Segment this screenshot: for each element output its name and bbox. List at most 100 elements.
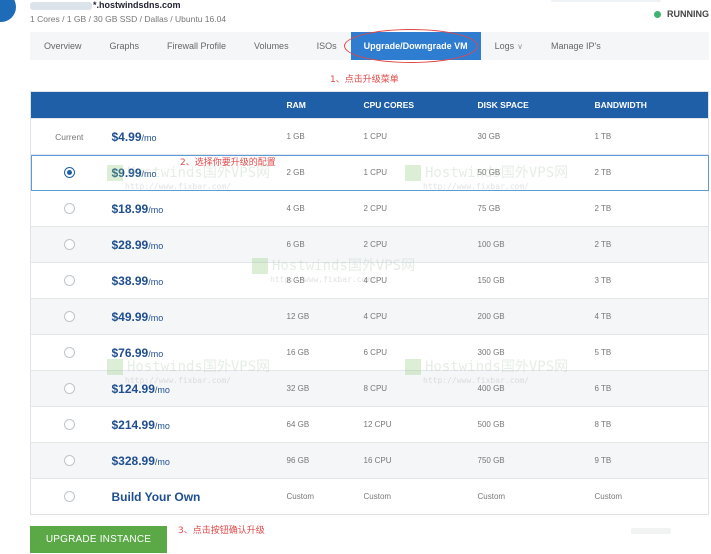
chevron-down-icon: ∨ <box>517 41 523 51</box>
plan-row[interactable]: $28.99/mo 6 GB 2 CPU 100 GB 2 TB <box>30 226 709 263</box>
build-your-own-label: Build Your Own <box>111 489 201 504</box>
ram-cell: 96 GB <box>286 456 310 465</box>
bandwidth-cell: 4 TB <box>594 312 612 321</box>
plan-radio[interactable] <box>63 239 75 250</box>
tab-label: ISOs <box>316 41 337 51</box>
plan-radio[interactable] <box>63 311 75 322</box>
disk-cell: 30 GB <box>477 132 501 141</box>
cpu-cell: 2 CPU <box>363 204 388 213</box>
tab-graphs[interactable]: Graphs <box>96 32 154 60</box>
select-cell <box>31 407 108 443</box>
tab-label: Manage IP's <box>551 41 601 51</box>
bandwidth-cell: 2 TB <box>594 240 612 249</box>
col-header-bandwidth: BANDWIDTH <box>594 100 647 110</box>
bandwidth-cell: Custom <box>594 492 623 501</box>
redacted-blur <box>551 0 661 2</box>
plan-radio[interactable] <box>63 419 75 430</box>
tab-volumes[interactable]: Volumes <box>240 32 303 60</box>
disk-cell: 200 GB <box>477 312 505 321</box>
price-amount: $38.99 <box>111 273 149 288</box>
plan-radio[interactable] <box>63 275 75 286</box>
plan-row[interactable]: $49.99/mo 12 GB 4 CPU 200 GB 4 TB <box>30 298 709 335</box>
select-cell <box>31 479 108 515</box>
plan-row[interactable]: $18.99/mo 4 GB 2 CPU 75 GB 2 TB <box>30 190 709 227</box>
tab-manage-ips[interactable]: Manage IP's <box>537 32 615 60</box>
price-cell: $328.99/mo <box>108 443 283 479</box>
plan-row[interactable]: Current $4.99/mo 1 GB 1 CPU 30 GB 1 TB <box>30 118 709 155</box>
plan-row-custom[interactable]: Build Your Own Custom Custom Custom Custom <box>30 478 709 515</box>
price-cell: $214.99/mo <box>108 407 283 443</box>
ram-cell: 4 GB <box>286 204 305 213</box>
price-amount: $124.99 <box>111 381 155 396</box>
disk-cell: 75 GB <box>477 204 501 213</box>
annotation-step2: 2、选择你要升级的配置 <box>180 158 276 168</box>
cpu-cell: 2 CPU <box>363 240 388 249</box>
ram-cell: 2 GB <box>286 168 305 177</box>
price-cell: $76.99/mo <box>108 335 283 371</box>
price-amount: $28.99 <box>111 237 149 252</box>
plan-radio[interactable] <box>63 383 75 394</box>
annotation-step3: 3、点击按钮确认升级 <box>178 526 265 536</box>
disk-cell: 50 GB <box>477 168 501 177</box>
plan-row[interactable]: $38.99/mo 8 GB 4 CPU 150 GB 3 TB <box>30 262 709 299</box>
tab-upgrade-downgrade-vm[interactable]: Upgrade/Downgrade VM <box>350 32 481 60</box>
col-header-ram: RAM <box>286 100 306 110</box>
price-period: /mo <box>148 204 164 215</box>
select-cell: Current <box>31 119 108 155</box>
price-period: /mo <box>148 348 164 359</box>
price-period: /mo <box>148 312 164 323</box>
disk-cell: 750 GB <box>477 456 505 465</box>
plan-radio[interactable] <box>63 347 75 358</box>
plan-price: $214.99/mo <box>112 418 170 432</box>
plan-row[interactable]: $328.99/mo 96 GB 16 CPU 750 GB 9 TB <box>30 442 709 479</box>
tab-firewall-profile[interactable]: Firewall Profile <box>153 32 240 60</box>
cpu-cell: 16 CPU <box>363 456 392 465</box>
plan-row[interactable]: $124.99/mo 32 GB 8 CPU 400 GB 6 TB <box>30 370 709 407</box>
plan-radio[interactable] <box>63 203 75 214</box>
cpu-cell: 12 CPU <box>363 420 392 429</box>
col-header-disk: DISK SPACE <box>477 100 529 110</box>
price-cell: $49.99/mo <box>108 299 283 335</box>
price-period: /mo <box>154 456 170 467</box>
plan-radio[interactable] <box>63 491 75 502</box>
plan-price: $38.99/mo <box>112 274 164 288</box>
ram-cell: 12 GB <box>286 312 310 321</box>
select-cell <box>31 191 108 227</box>
status-dot-icon <box>654 10 661 18</box>
plan-price: $49.99/mo <box>112 310 164 324</box>
select-cell <box>31 443 108 479</box>
plan-row[interactable]: $9.99/mo 2 GB 1 CPU 50 GB 2 TB <box>30 154 709 191</box>
bandwidth-cell: 9 TB <box>594 456 612 465</box>
tab-logs[interactable]: Logs ∨ <box>481 32 537 60</box>
ram-cell: Custom <box>286 492 315 501</box>
col-header-price <box>108 92 283 119</box>
plan-radio[interactable] <box>63 167 75 178</box>
status-badge: RUNNING <box>654 9 709 19</box>
status-text: RUNNING <box>667 9 709 19</box>
price-cell: $18.99/mo <box>108 191 283 227</box>
plan-row[interactable]: $76.99/mo 16 GB 6 CPU 300 GB 5 TB <box>30 334 709 371</box>
tab-bar: Overview Graphs Firewall Profile Volumes… <box>30 32 709 60</box>
price-cell: $28.99/mo <box>108 227 283 263</box>
bandwidth-cell: 2 TB <box>594 204 612 213</box>
select-cell <box>31 299 108 335</box>
hostname-text: *.hostwindsdns.com <box>93 0 181 10</box>
price-period: /mo <box>141 132 157 143</box>
select-cell <box>31 335 108 371</box>
ram-cell: 1 GB <box>286 132 305 141</box>
disk-cell: Custom <box>477 492 506 501</box>
select-cell <box>31 263 108 299</box>
col-header-cpu: CPU CORES <box>363 100 415 110</box>
plan-price: $4.99/mo <box>112 130 157 144</box>
cpu-cell: 6 CPU <box>363 348 388 357</box>
tab-overview[interactable]: Overview <box>30 32 96 60</box>
bandwidth-cell: 2 TB <box>594 168 612 177</box>
price-amount: $9.99 <box>111 165 142 180</box>
tab-isos[interactable]: ISOs <box>303 32 351 60</box>
price-cell: $124.99/mo <box>108 371 283 407</box>
plan-row[interactable]: $214.99/mo 64 GB 12 CPU 500 GB 8 TB <box>30 406 709 443</box>
plan-radio[interactable] <box>63 455 75 466</box>
cpu-cell: 1 CPU <box>363 132 388 141</box>
upgrade-instance-button[interactable]: UPGRADE INSTANCE <box>30 526 167 553</box>
price-amount: $76.99 <box>111 345 149 360</box>
